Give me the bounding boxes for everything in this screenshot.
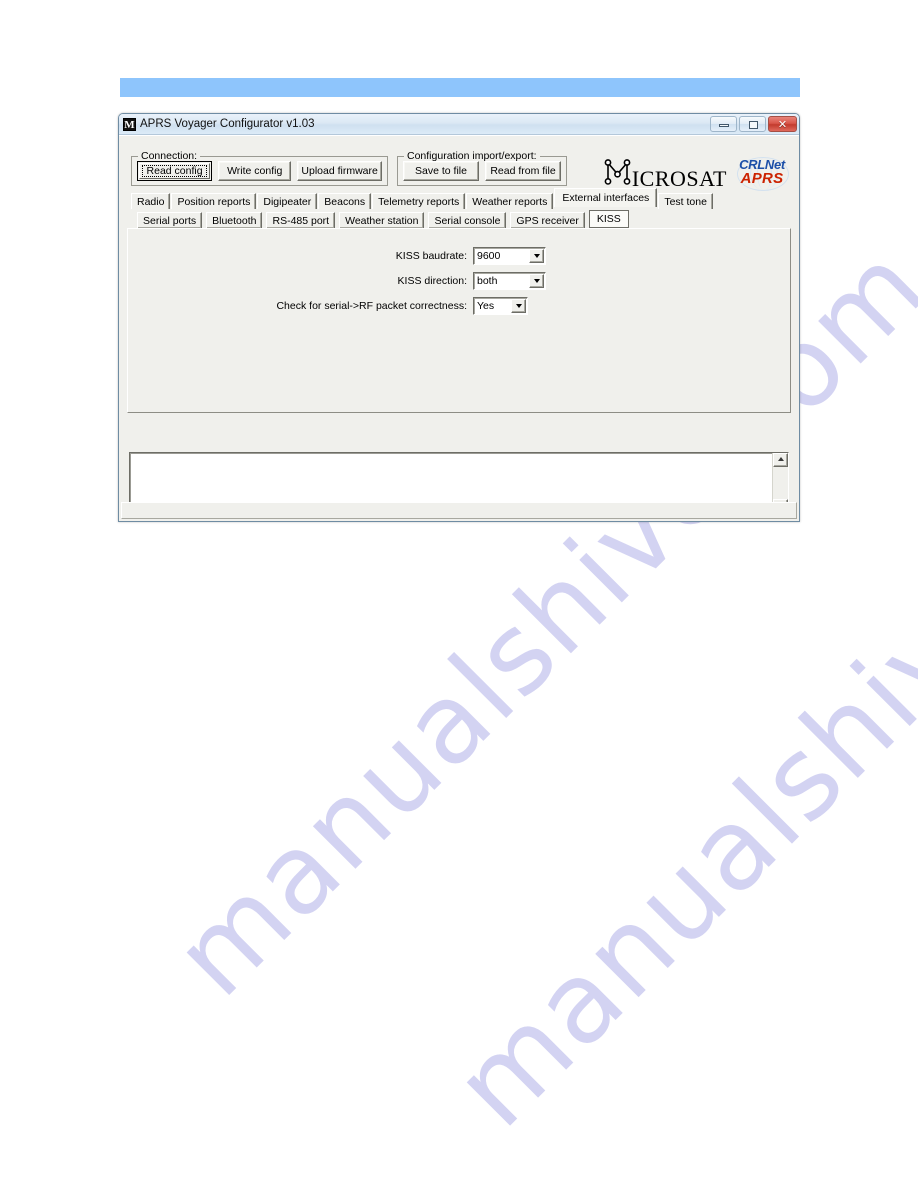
read-from-file-button[interactable]: Read from file (485, 161, 561, 181)
packet-correctness-value: Yes (477, 300, 495, 312)
primary-tab-row: Radio Position reports Digipeater Beacon… (127, 188, 791, 209)
packet-correctness-label: Check for serial->RF packet correctness: (276, 300, 467, 312)
application-window: M APRS Voyager Configurator v1.03 ✕ Conn… (118, 113, 800, 522)
kiss-form: KISS baudrate: 9600 KISS direction: both… (128, 247, 790, 322)
chevron-down-icon[interactable] (529, 249, 544, 263)
tab-digipeater[interactable]: Digipeater (257, 193, 318, 209)
microsat-m-icon: M (123, 117, 136, 131)
chevron-down-icon[interactable] (529, 274, 544, 288)
tab-serial-console[interactable]: Serial console (428, 212, 507, 229)
close-button[interactable]: ✕ (768, 116, 797, 132)
upload-firmware-button[interactable]: Upload firmware (297, 161, 382, 181)
config-import-export-groupbox: Configuration import/export: Save to fil… (397, 150, 567, 186)
kiss-baudrate-row: KISS baudrate: 9600 (128, 247, 790, 265)
tab-test-tone[interactable]: Test tone (658, 193, 713, 209)
tab-weather-station[interactable]: Weather station (339, 212, 425, 229)
status-bar (121, 502, 797, 519)
close-icon: ✕ (777, 117, 788, 131)
crlnet-aprs-badge: CRLNet APRS (731, 157, 793, 191)
tab-gps-receiver[interactable]: GPS receiver (510, 212, 585, 229)
kiss-direction-row: KISS direction: both (128, 272, 790, 290)
tab-external-interfaces[interactable]: External interfaces (554, 188, 658, 207)
window-controls: ✕ (710, 116, 797, 132)
page-header-band (120, 78, 800, 97)
read-config-button[interactable]: Read config (137, 161, 213, 181)
brand-logo: ICROSAT CRLNet APRS (603, 156, 793, 191)
tab-bluetooth[interactable]: Bluetooth (206, 212, 263, 229)
tab-telemetry-reports[interactable]: Telemetry reports (372, 193, 466, 209)
connection-groupbox: Connection: Read config Write config Upl… (131, 150, 388, 186)
minimize-button[interactable] (710, 116, 737, 132)
tab-container: Radio Position reports Digipeater Beacon… (127, 188, 791, 229)
scroll-up-icon[interactable] (773, 453, 788, 467)
packet-correctness-select[interactable]: Yes (473, 297, 528, 315)
toolbar: Connection: Read config Write config Upl… (119, 136, 799, 191)
save-to-file-button[interactable]: Save to file (403, 161, 479, 181)
kiss-baudrate-value: 9600 (477, 250, 501, 262)
kiss-direction-value: both (477, 275, 498, 287)
microsat-m-glyph-icon (603, 156, 633, 186)
microsat-logo: ICROSAT (603, 156, 727, 190)
kiss-settings-panel: KISS baudrate: 9600 KISS direction: both… (127, 228, 791, 413)
packet-correctness-row: Check for serial->RF packet correctness:… (128, 297, 790, 315)
write-config-button[interactable]: Write config (218, 161, 292, 181)
tab-position-reports[interactable]: Position reports (171, 193, 257, 209)
aprs-label: APRS (740, 170, 784, 187)
title-bar: M APRS Voyager Configurator v1.03 ✕ (119, 114, 799, 135)
chevron-down-icon[interactable] (511, 299, 526, 313)
tab-weather-reports[interactable]: Weather reports (466, 193, 554, 209)
secondary-tab-row: Serial ports Bluetooth RS-485 port Weath… (127, 209, 791, 229)
tab-kiss[interactable]: KISS (588, 210, 629, 228)
kiss-direction-select[interactable]: both (473, 272, 546, 290)
kiss-baudrate-label: KISS baudrate: (395, 250, 467, 262)
window-client-area: Connection: Read config Write config Upl… (119, 135, 799, 521)
microsat-wordmark: ICROSAT (631, 166, 727, 191)
maximize-button[interactable] (739, 116, 766, 132)
tab-serial-ports[interactable]: Serial ports (137, 212, 203, 229)
read-config-label: Read config (146, 165, 203, 177)
tab-rs485-port[interactable]: RS-485 port (266, 212, 336, 229)
kiss-baudrate-select[interactable]: 9600 (473, 247, 546, 265)
tab-beacons[interactable]: Beacons (318, 193, 372, 209)
kiss-direction-label: KISS direction: (397, 275, 467, 287)
window-title: APRS Voyager Configurator v1.03 (140, 118, 315, 130)
tab-radio[interactable]: Radio (131, 193, 171, 209)
